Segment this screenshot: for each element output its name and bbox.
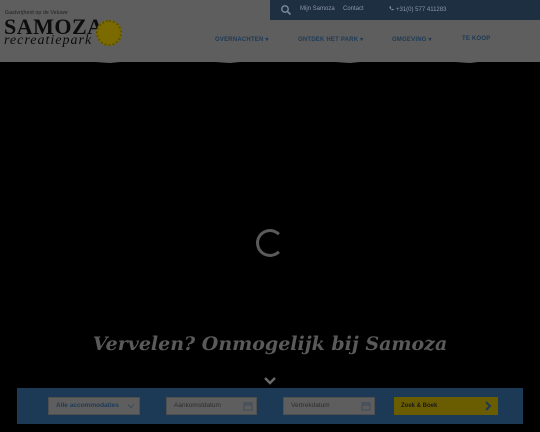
zoek-boek-button[interactable]: Zoek & Boek xyxy=(394,397,498,415)
header-brush-edge xyxy=(0,56,540,63)
chevron-down-icon[interactable] xyxy=(263,376,277,386)
nav-omgeving[interactable]: OMGEVING ▾ xyxy=(392,36,432,46)
phone-link[interactable]: +31(0) 577 411283 xyxy=(389,6,446,13)
nav-te-koop[interactable]: TE KOOP xyxy=(462,36,490,46)
site-logo[interactable]: Gastvrijheid op de Veluwe SAMOZA recreat… xyxy=(4,10,124,50)
site-header: Gastvrijheid op de Veluwe SAMOZA recreat… xyxy=(0,0,540,63)
spinner-icon xyxy=(256,229,284,257)
logo-subtitle: recreatiepark xyxy=(4,33,93,48)
accommodation-value: Alle accommodaties xyxy=(56,402,119,409)
booking-bar: Alle accommodaties Aankomstdatum Vertrek… xyxy=(17,388,523,424)
contact-link[interactable]: Contact xyxy=(343,6,364,12)
departure-placeholder: Vertrekdatum xyxy=(291,402,330,409)
search-icon[interactable] xyxy=(280,4,292,16)
chevron-right-icon xyxy=(485,401,492,411)
nav-ontdek-het-park[interactable]: ONTDEK HET PARK ▾ xyxy=(298,36,363,46)
sun-icon xyxy=(96,20,122,46)
zoek-boek-label: Zoek & Boek xyxy=(401,403,438,409)
utility-bar: Mijn Samoza Contact +31(0) 577 411283 xyxy=(270,0,540,20)
hero-title: Vervelen? Onmogelijk bij Samoza xyxy=(92,333,448,355)
arrival-placeholder: Aankomstdatum xyxy=(174,402,221,409)
nav-overnachten[interactable]: OVERNACHTEN ▾ xyxy=(215,36,269,46)
departure-date-field[interactable]: Vertrekdatum xyxy=(283,397,375,415)
phone-number: +31(0) 577 411283 xyxy=(396,7,447,13)
mijn-samoza-link[interactable]: Mijn Samoza xyxy=(300,6,335,12)
calendar-icon xyxy=(243,402,253,411)
chevron-down-icon xyxy=(127,404,135,409)
accommodation-select[interactable]: Alle accommodaties xyxy=(48,397,140,415)
arrival-date-field[interactable]: Aankomstdatum xyxy=(166,397,257,415)
phone-icon xyxy=(389,6,394,11)
calendar-icon xyxy=(361,402,371,411)
